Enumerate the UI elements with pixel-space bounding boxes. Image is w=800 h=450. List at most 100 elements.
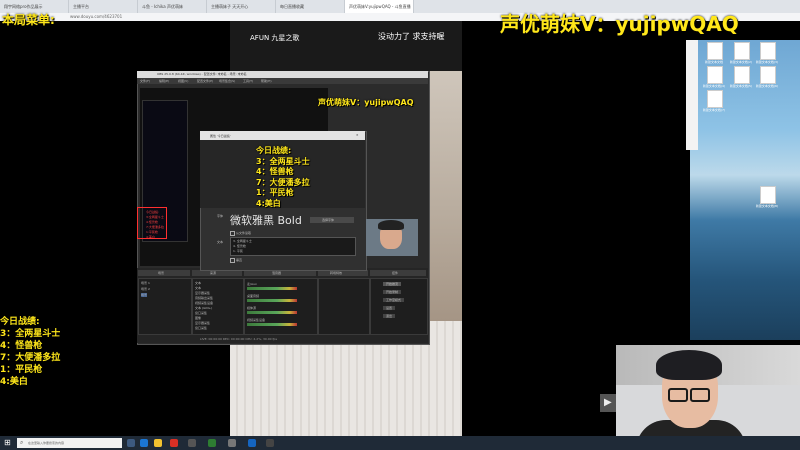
stats-line: 1：平民枪 — [256, 188, 294, 197]
search-icon: ⌕ — [20, 439, 24, 446]
start-record-button[interactable]: 开始录制 — [383, 290, 402, 294]
mixer-channel-label: 媒体源 — [247, 306, 257, 310]
text-input[interactable]: 3. 全两星斗士 4. 怪兽枪 1. 平民 — [230, 237, 356, 256]
transitions-panel — [318, 278, 370, 335]
checkbox[interactable] — [230, 231, 235, 236]
text-file-icon[interactable] — [707, 90, 723, 108]
font-label: 字体 — [217, 214, 224, 218]
text-line: 3. 全两星斗士 — [233, 239, 252, 243]
text-file-icon[interactable] — [734, 42, 750, 60]
stats-line: 7：大便潘多拉 — [256, 177, 310, 187]
menu-item[interactable]: 文件(F) — [140, 79, 150, 83]
dialog-titlebar[interactable]: 属性 '今日战绩' ✕ — [200, 131, 365, 140]
browser-tab-active[interactable]: 声优萌妹V:yujipwQAQ - 斗鱼直播 — [345, 0, 414, 13]
text-file-icon[interactable] — [734, 66, 750, 84]
stats-line: 3：全两星斗士 — [0, 329, 61, 339]
close-icon[interactable]: ✕ — [356, 133, 359, 137]
text-file-icon[interactable] — [707, 66, 723, 84]
stats-title: 今日战绩: — [256, 146, 292, 155]
streamer-watermark: 声优萌妹V：yujipwQAQ — [500, 12, 739, 36]
scene-item[interactable]: 场景 1 — [141, 281, 150, 285]
select-font-button[interactable]: 选择字体 — [310, 217, 354, 223]
text-file-icon[interactable] — [760, 186, 776, 204]
stats-line: 4:美白 — [0, 377, 28, 387]
source-item[interactable]: 窗口采集 — [195, 311, 207, 315]
studio-mode-button[interactable]: 工作室模式 — [383, 298, 405, 302]
checkbox[interactable] — [230, 258, 235, 263]
menu-item[interactable]: 工具(T) — [243, 79, 253, 83]
obs-status-bar: LIVE: 00:00:00 REC: 00:00:00 CPU: 4.2%, … — [200, 337, 278, 341]
source-item[interactable]: 文本 (GDI+) — [195, 306, 212, 310]
taskbar-search-input[interactable]: ⌕ 在这里输入你要搜索的内容 — [17, 438, 122, 448]
start-stream-button[interactable]: 开始推流 — [383, 282, 402, 286]
menu-item[interactable]: 场景集合(S) — [219, 79, 235, 83]
obs-taskbar-icon[interactable] — [266, 439, 274, 447]
dialog-title: 属性 '今日战绩' — [210, 134, 231, 138]
app-icon[interactable] — [248, 439, 256, 447]
source-item[interactable]: 显示器采集 — [195, 321, 210, 325]
stats-line: 4:美白 — [146, 235, 155, 239]
scenes-list[interactable]: 场景 1 场景 2 场景 — [138, 278, 192, 335]
browser-tab[interactable]: 斗鱼 - Ichika 声优萌妹 — [138, 0, 207, 13]
task-view-icon[interactable] — [127, 439, 135, 447]
volume-meter — [247, 311, 297, 314]
desktop-icon-label: 新建文本文档(2) — [729, 60, 753, 64]
source-item[interactable]: 音频输出采集 — [195, 296, 213, 300]
source-item[interactable]: 图像 — [195, 316, 201, 320]
desktop-icon-label: 新建文本文档 — [704, 60, 723, 64]
desktop-icon-label: 新建文本文档(7) — [702, 108, 726, 112]
checkbox-label: 垂直 — [236, 258, 243, 262]
browser-tab[interactable]: 主播萌妹子 天天开心 — [207, 0, 276, 13]
menu-item[interactable]: 编辑(E) — [159, 79, 169, 83]
settings-button[interactable]: 设置 — [383, 306, 396, 310]
controls-panel: 开始推流 开始录制 工作室模式 设置 退出 — [370, 278, 428, 335]
checkbox-label: 从文件读取 — [236, 231, 252, 235]
obs-titlebar[interactable]: OBS 25.0.8 (64-bit, windows) - 配置文件: 未命名… — [137, 71, 428, 78]
exit-button[interactable]: 退出 — [383, 314, 396, 318]
select-font-label: 选择字体 — [322, 218, 335, 222]
windows-start-icon[interactable]: ⊞ — [4, 438, 11, 447]
text-label: 文本 — [217, 240, 224, 244]
volume-meter — [247, 287, 297, 290]
obs-menubar: 文件(F) 编辑(E) 视图(V) 配置文件(P) 场景集合(S) 工具(T) … — [137, 78, 428, 84]
text-file-icon[interactable] — [707, 42, 723, 60]
app-icon[interactable] — [188, 439, 196, 447]
source-item[interactable]: 显示器采集 — [195, 291, 210, 295]
text-file-icon[interactable] — [760, 42, 776, 60]
stats-line: 4：怪兽枪 — [0, 341, 43, 351]
browser-tab[interactable]: 每日直播收藏 — [276, 0, 345, 13]
source-item[interactable]: 文本 — [195, 286, 201, 290]
desktop-icon-label: 新建文本文档(4) — [702, 84, 726, 88]
site-logo[interactable]: AFUN 九星之歌 — [250, 33, 299, 43]
stats-line: 3：全两星斗士 — [256, 156, 310, 166]
scene-item-selected[interactable]: 场景 — [141, 293, 148, 297]
edge-icon[interactable] — [140, 439, 148, 447]
sources-list[interactable]: 文本 文本 显示器采集 音频输出采集 视频采集设备 文本 (GDI+) 窗口采集… — [192, 278, 244, 335]
scenes-dock-title: 场景 — [158, 271, 165, 275]
app-icon[interactable] — [170, 439, 178, 447]
folder-icon[interactable] — [154, 439, 162, 447]
stream-slogan: 没动力了 求支持喔 — [378, 32, 445, 41]
font-name-display: 微软雅黑 Bold — [230, 214, 302, 227]
text-file-icon[interactable] — [760, 66, 776, 84]
source-item[interactable]: 窗口采集 — [195, 326, 207, 330]
mixer-channel-label: 视频采集设备 — [247, 318, 266, 322]
play-icon: ▶ — [604, 397, 612, 408]
menu-item[interactable]: 视图(V) — [178, 79, 188, 83]
source-item[interactable]: 文本 — [195, 281, 201, 285]
obs-title: OBS 25.0.8 (64-bit, windows) - 配置文件: 未命名… — [157, 72, 247, 76]
menu-item[interactable]: 帮助(H) — [261, 79, 272, 83]
hair-shape — [378, 220, 404, 230]
controls-dock-title: 控件 — [392, 271, 399, 275]
app-icon[interactable] — [208, 439, 216, 447]
hair-shape — [656, 350, 722, 380]
desktop-icon-label: 新建文本文档(8) — [755, 204, 779, 208]
browser-tab[interactable]: 主播平台 — [69, 0, 138, 13]
desktop-icon-label: 新建文本文档(3) — [755, 60, 779, 64]
source-item[interactable]: 视频采集设备 — [195, 301, 213, 305]
search-placeholder: 在这里输入你要搜索的内容 — [28, 441, 65, 445]
app-icon[interactable] — [228, 439, 236, 447]
scene-item[interactable]: 场景 2 — [141, 287, 150, 291]
play-button[interactable]: ▶ — [600, 394, 616, 412]
menu-item[interactable]: 配置文件(P) — [197, 79, 213, 83]
